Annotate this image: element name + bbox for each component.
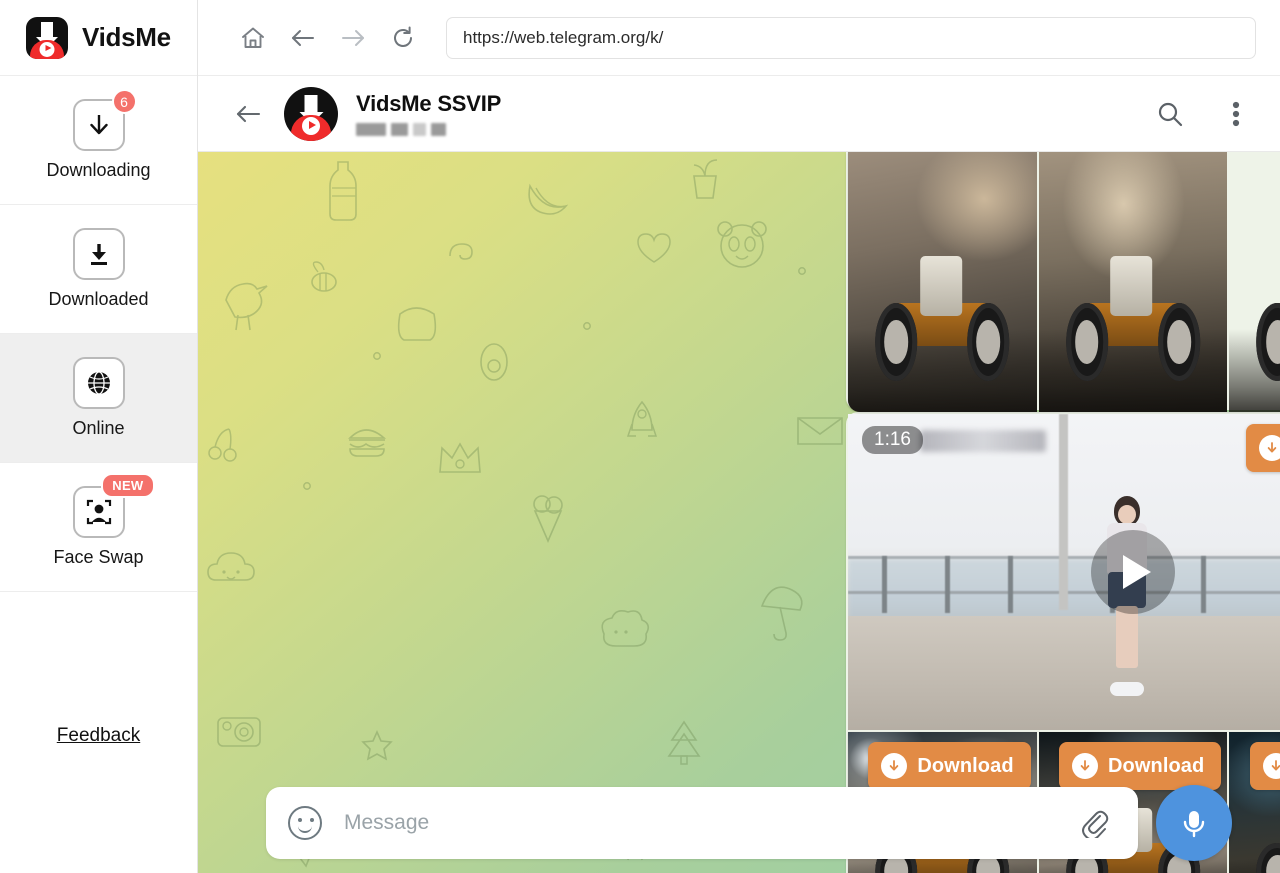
face-swap-icon-wrap: NEW [72,473,155,538]
play-icon[interactable] [1091,530,1175,614]
microphone-icon[interactable] [1156,785,1232,861]
smiley-icon[interactable] [288,806,322,840]
sidebar-item-label: Downloaded [48,289,149,309]
sidebar-item-label: Downloading [46,160,151,180]
photo-album-top[interactable]: 17:24 [848,152,1280,412]
rover-graphic [873,256,1013,381]
paperclip-icon[interactable] [1074,803,1114,843]
chat-area[interactable]: 17:24 [198,152,1280,873]
sidebar-item-online[interactable]: Online [0,334,197,463]
vidsme-logo-icon [26,16,68,59]
chat-avatar[interactable] [284,86,338,141]
browser-forward-icon[interactable] [328,13,378,63]
sidebar: VidsMe 6 Downloading Downloaded Online N… [0,0,198,873]
face-swap-new-badge: NEW [101,473,155,498]
blurred-overlay-text [920,430,1046,452]
album-thumb[interactable] [1038,152,1228,412]
sidebar-spacer [0,592,197,725]
url-text: https://web.telegram.org/k/ [463,27,664,47]
message-list: 17:24 [198,152,1280,873]
browser-pane: https://web.telegram.org/k/ VidsMe SSVIP [198,0,1280,873]
browser-back-icon[interactable] [278,13,328,63]
feedback-wrap: Feedback [0,725,197,873]
message-input[interactable]: Message [266,787,1138,859]
download-tray-icon [72,228,125,280]
video-message[interactable]: 1:16 Download [848,414,1280,730]
sidebar-item-downloading[interactable]: 6 Downloading [0,76,197,205]
downloaded-icon-wrap [72,228,125,280]
rover-graphic [1254,256,1280,381]
download-circle-icon [1258,435,1280,461]
browser-reload-icon[interactable] [378,13,428,63]
telegram-chat-header: VidsMe SSVIP [198,76,1280,152]
sidebar-item-label: Online [72,418,125,438]
album-thumb[interactable] [848,152,1037,412]
rover-graphic [1063,256,1203,381]
download-button[interactable]: Download [1245,424,1280,472]
chat-back-icon[interactable] [228,94,268,134]
sidebar-item-label: Face Swap [53,547,144,567]
feedback-link[interactable]: Feedback [57,725,140,747]
message-composer: Message [198,773,1280,873]
search-icon[interactable] [1148,92,1192,136]
downloading-badge: 6 [111,89,137,114]
chat-header-actions [1148,92,1258,136]
home-icon[interactable] [228,13,278,63]
online-icon-wrap [72,357,125,409]
message-placeholder: Message [344,811,430,834]
downloading-icon-wrap: 6 [72,89,137,151]
sidebar-item-downloaded[interactable]: Downloaded [0,205,197,334]
brand-name: VidsMe [82,22,171,52]
app-root: VidsMe 6 Downloading Downloaded Online N… [0,0,1280,873]
video-duration-badge: 1:16 [862,426,923,454]
sidebar-item-face-swap[interactable]: NEW Face Swap [0,463,197,592]
url-input[interactable]: https://web.telegram.org/k/ [446,16,1256,59]
chat-title-block: VidsMe SSVIP [356,91,501,136]
chat-title: VidsMe SSVIP [356,91,502,116]
album-thumb[interactable]: 17:24 [1229,152,1280,412]
video-thumbnail [848,414,1280,730]
more-vertical-icon[interactable] [1214,92,1258,136]
brand-header: VidsMe [0,0,197,76]
browser-toolbar: https://web.telegram.org/k/ [198,0,1280,76]
globe-icon [72,357,125,409]
album-row: 17:24 [848,152,1280,412]
chat-subtitle-redacted [356,123,501,136]
